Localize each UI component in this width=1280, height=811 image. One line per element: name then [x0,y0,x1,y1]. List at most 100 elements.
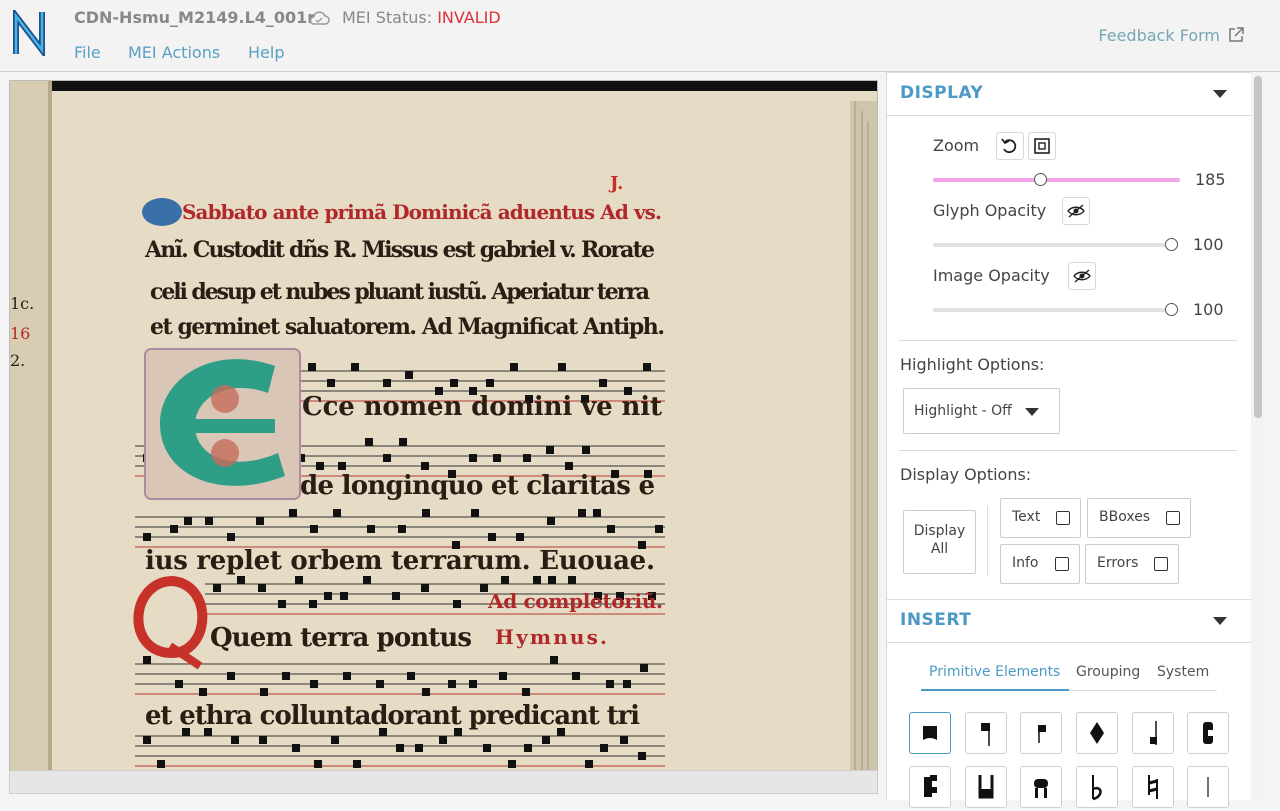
neume-glyph[interactable] [383,454,391,462]
neume-glyph[interactable] [143,656,151,664]
menu-mei-actions[interactable]: MEI Actions [128,43,220,62]
neume-glyph[interactable] [205,517,213,525]
neume-glyph[interactable] [533,576,541,584]
neume-glyph[interactable] [415,744,423,752]
neume-glyph[interactable] [483,744,491,752]
neume-glyph[interactable] [493,454,501,462]
neume-glyph[interactable] [469,454,477,462]
manuscript-viewer[interactable]: J. Sabbato ante primã Dominicã aduentus … [9,80,878,771]
neume-glyph[interactable] [501,576,509,584]
neume-glyph[interactable] [331,736,339,744]
toggle-image-button[interactable] [1068,262,1096,290]
fit-zoom-button[interactable] [1028,132,1056,160]
neume-glyph[interactable] [256,517,264,525]
neume-glyph[interactable] [486,379,494,387]
neume-glyph[interactable] [565,462,573,470]
neume-glyph[interactable] [392,592,400,600]
neume-glyph[interactable] [199,688,207,696]
neume-glyph[interactable] [524,744,532,752]
neume-glyph[interactable] [572,672,580,680]
neume-glyph[interactable] [324,592,332,600]
flat-tool-button[interactable] [1076,766,1118,808]
text-checkbox[interactable] [1056,511,1070,525]
neume-glyph[interactable] [547,517,555,525]
neume-glyph[interactable] [184,517,192,525]
errors-checkbox[interactable] [1154,557,1168,571]
neume-glyph[interactable] [310,525,318,533]
highlight-select[interactable]: Highlight - Off [903,388,1060,434]
neume-glyph[interactable] [292,744,300,752]
neume-glyph[interactable] [314,760,322,768]
neume-glyph[interactable] [607,525,615,533]
natural-tool-button[interactable] [1132,766,1174,808]
zoom-slider[interactable] [933,178,1180,182]
feedback-form-link[interactable]: Feedback Form [1098,26,1220,45]
neume-glyph[interactable] [289,509,297,517]
neume-glyph[interactable] [295,576,303,584]
neume-glyph[interactable] [340,592,348,600]
neume-glyph[interactable] [585,760,593,768]
display-all-button[interactable]: Display All [903,510,976,574]
text-option[interactable]: Text [1000,498,1081,538]
caret-down-icon[interactable] [1213,617,1227,625]
neume-glyph[interactable] [143,736,151,744]
neume-glyph[interactable] [259,736,267,744]
neume-glyph[interactable] [260,688,268,696]
neume-glyph[interactable] [516,533,524,541]
panel-scrollbar-thumb[interactable] [1254,76,1262,418]
c-clef-tool-button[interactable] [1187,712,1229,754]
neume-glyph[interactable] [469,680,477,688]
reset-zoom-button[interactable] [996,132,1024,160]
neume-glyph[interactable] [353,760,361,768]
virga-tool-button[interactable] [965,712,1007,754]
liquescent-tool-button[interactable] [965,766,1007,808]
f-clef-tool-button[interactable] [909,766,951,808]
neume-glyph[interactable] [578,509,586,517]
neume-glyph[interactable] [316,462,324,470]
neume-glyph[interactable] [655,525,663,533]
neume-glyph[interactable] [606,680,614,688]
neume-glyph[interactable] [398,525,406,533]
menu-file[interactable]: File [74,43,101,62]
neume-glyph[interactable] [439,736,447,744]
glyph-opacity-thumb[interactable] [1165,238,1178,251]
menu-help[interactable]: Help [248,43,284,62]
neume-glyph[interactable] [421,462,429,470]
neume-glyph[interactable] [522,688,530,696]
external-link-icon[interactable] [1227,26,1245,44]
neume-glyph[interactable] [550,656,558,664]
neume-glyph[interactable] [421,584,429,592]
accidental-tool-button[interactable] [1020,766,1062,808]
neume-glyph[interactable] [599,379,607,387]
errors-option[interactable]: Errors [1085,544,1179,584]
neume-glyph[interactable] [542,736,550,744]
caret-down-icon[interactable] [1213,90,1227,98]
zoom-slider-thumb[interactable] [1033,173,1047,186]
info-checkbox[interactable] [1055,557,1069,571]
neume-glyph[interactable] [480,584,488,592]
neume-glyph[interactable] [351,363,359,371]
bboxes-checkbox[interactable] [1166,511,1180,525]
neume-glyph[interactable] [175,680,183,688]
neume-glyph[interactable] [399,438,407,446]
neume-glyph[interactable] [448,680,456,688]
neume-glyph[interactable] [365,438,373,446]
tab-grouping[interactable]: Grouping [1076,664,1140,680]
neume-glyph[interactable] [343,672,351,680]
neume-glyph[interactable] [327,379,335,387]
neon-logo-icon[interactable] [12,10,50,56]
neume-glyph[interactable] [282,672,290,680]
neume-glyph[interactable] [367,525,375,533]
neume-glyph[interactable] [558,363,566,371]
neume-glyph[interactable] [363,576,371,584]
neume-glyph[interactable] [471,509,479,517]
neume-glyph[interactable] [546,446,554,454]
neume-glyph[interactable] [640,664,648,672]
punctum-tool-button[interactable] [909,712,951,754]
neume-glyph[interactable] [405,371,413,379]
neume-glyph[interactable] [143,533,151,541]
tab-system[interactable]: System [1157,664,1209,680]
neume-glyph[interactable] [422,509,430,517]
neume-glyph[interactable] [227,672,235,680]
neume-glyph[interactable] [308,363,316,371]
